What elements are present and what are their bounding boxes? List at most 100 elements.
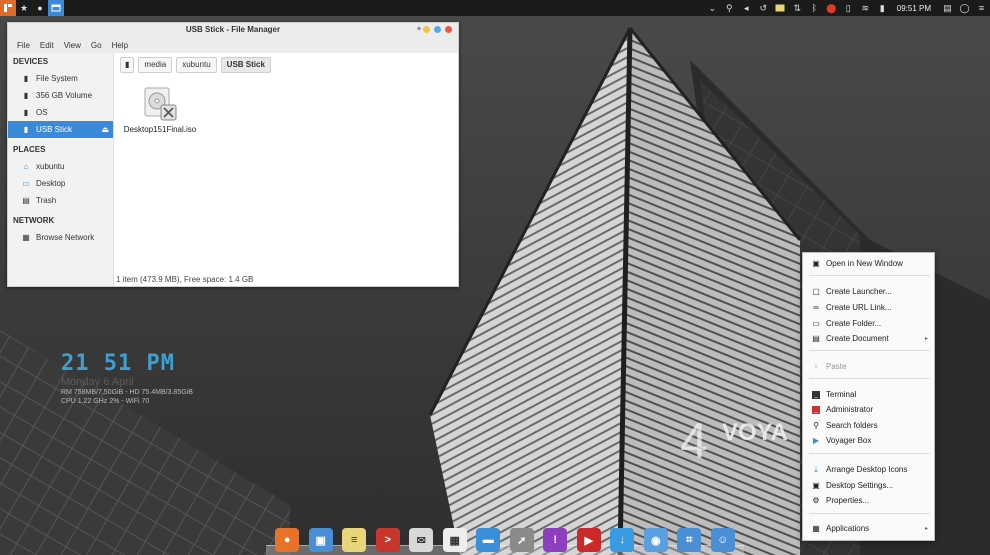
clipboard-icon[interactable]: ▯ xyxy=(840,0,857,16)
menu-file[interactable]: File xyxy=(12,41,35,50)
sidebar-item-usb-stick[interactable]: ▮ USB Stick ⏏ xyxy=(8,121,113,138)
dock-item[interactable]: ● xyxy=(271,525,305,555)
bluetooth-icon[interactable]: ᛒ xyxy=(806,0,823,16)
menu-view[interactable]: View xyxy=(59,41,86,50)
sidebar-item-label: OS xyxy=(36,108,48,117)
menu-item-label: Create Document xyxy=(826,334,889,343)
search-icon[interactable]: ⚲ xyxy=(721,0,738,16)
maximize-button[interactable] xyxy=(434,26,441,33)
dock-item[interactable]: ≡ xyxy=(338,525,372,555)
dock-item[interactable]: ▶ xyxy=(572,525,606,555)
sidebar-item-browse-network[interactable]: ▦ Browse Network xyxy=(8,229,113,246)
menu-create-launcher[interactable]: ▢ Create Launcher... xyxy=(803,285,934,299)
administrator-icon: _ xyxy=(812,406,820,414)
wifi-icon[interactable]: ≋ xyxy=(857,0,874,16)
path-toggle-button[interactable]: ▮ xyxy=(120,57,135,73)
battery-icon[interactable]: ▮ xyxy=(874,0,891,16)
sidebar-item-label: Trash xyxy=(36,196,57,205)
menu-properties[interactable]: ⚙ Properties... xyxy=(803,494,934,508)
pin-icon[interactable]: ✦ xyxy=(416,23,422,37)
eject-icon[interactable]: ⏏ xyxy=(101,121,109,138)
minimize-button[interactable] xyxy=(423,26,430,33)
menu-administrator[interactable]: _ Administrator xyxy=(803,403,934,417)
conky-date: Monday 6 April xyxy=(61,376,134,388)
menu-terminal[interactable]: _ Terminal xyxy=(803,388,934,402)
notes-icon[interactable] xyxy=(772,0,789,16)
volume-icon[interactable]: ◂ xyxy=(738,0,755,16)
wallpaper-voyager-word: VOYA xyxy=(722,419,788,446)
top-panel: ★ ● ⌄ ⚲ ◂ ↺ ⇅ ᛒ ⬤ ▯ ≋ ▮ 09:51 PM ▤ ◯ ≡ xyxy=(0,0,990,16)
breadcrumb-xubuntu[interactable]: xubuntu xyxy=(176,57,217,73)
breadcrumb-media[interactable]: media xyxy=(138,57,173,73)
menu-create-document[interactable]: ▤ Create Document ▸ xyxy=(803,332,934,346)
harddisk-icon: ▮ xyxy=(23,91,29,100)
window-titlebar[interactable]: USB Stick - File Manager ✦ xyxy=(8,23,458,37)
presentation-icon: > xyxy=(375,528,400,552)
location-pin-icon[interactable]: ⬤ xyxy=(823,0,840,16)
window-button-icon[interactable] xyxy=(48,0,64,16)
panel-left-group: ★ ● xyxy=(0,0,64,16)
menu-create-url-link[interactable]: ∞ Create URL Link... xyxy=(803,301,934,315)
menu-applications[interactable]: ▦ Applications ▸ xyxy=(803,522,934,536)
breadcrumb-usb-stick[interactable]: USB Stick xyxy=(220,57,271,73)
app-menu-icon[interactable] xyxy=(0,0,16,16)
sidebar-item-home[interactable]: ⌂ xubuntu xyxy=(8,158,113,175)
menu-go[interactable]: Go xyxy=(86,41,107,50)
sidebar-item-os[interactable]: ▮ OS xyxy=(8,104,113,121)
dot-indicator-icon[interactable]: ● xyxy=(32,0,48,16)
devices-heading: DEVICES xyxy=(13,57,49,66)
favorites-star-icon[interactable]: ★ xyxy=(16,0,32,16)
menu-search-folders[interactable]: ⚲ Search folders xyxy=(803,419,934,433)
history-icon[interactable]: ↺ xyxy=(755,0,772,16)
sidebar-item-trash[interactable]: ▤ Trash xyxy=(8,192,113,209)
sidebar-item-desktop[interactable]: ▭ Desktop xyxy=(8,175,113,192)
desktop-folder-icon: ▬ xyxy=(476,528,501,552)
dock-item[interactable]: ▦ xyxy=(438,525,472,555)
file-view[interactable]: ▮ media xubuntu USB Stick Desktop151Fina… xyxy=(114,53,458,286)
dock-item[interactable]: ↓ xyxy=(606,525,640,555)
contacts-icon: ▣ xyxy=(308,528,333,552)
menu-desktop-settings[interactable]: ▣ Desktop Settings... xyxy=(803,479,934,493)
sidebar-item-volume[interactable]: ▮ 356 GB Volume xyxy=(8,87,113,104)
menu-bar: File Edit View Go Help xyxy=(8,37,458,53)
menu-item-label: Create URL Link... xyxy=(826,303,892,312)
dock-item[interactable]: ◉ xyxy=(639,525,673,555)
menu-help[interactable]: Help xyxy=(107,41,133,50)
paste-icon: ▫ xyxy=(814,362,818,371)
dock-item[interactable]: ☺ xyxy=(706,525,740,555)
menu-edit[interactable]: Edit xyxy=(35,41,59,50)
file-item[interactable]: Desktop151Final.iso xyxy=(122,87,198,135)
dock-item[interactable]: > xyxy=(371,525,405,555)
menu-create-folder[interactable]: ▭ Create Folder... xyxy=(803,317,934,331)
status-bar: 1 item (473.9 MB), Free space: 1.4 GB xyxy=(116,275,254,284)
dock-item[interactable]: ▬ xyxy=(472,525,506,555)
menu-voyager-box[interactable]: ▶ Voyager Box xyxy=(803,434,934,448)
menu-open-new-window[interactable]: ▣ Open in New Window xyxy=(803,257,934,271)
path-bar: ▮ media xubuntu USB Stick xyxy=(120,57,271,73)
menu-arrange-desktop-icons[interactable]: ⇣ Arrange Desktop Icons xyxy=(803,463,934,477)
workspace-switcher-icon[interactable]: ▤ xyxy=(939,0,956,16)
mail-icon: ✉ xyxy=(409,528,434,552)
dock-item[interactable]: ! xyxy=(539,525,573,555)
terminal-icon: _ xyxy=(812,391,820,399)
arrange-icon: ⇣ xyxy=(812,465,820,474)
calculator-icon: ⌗ xyxy=(677,528,702,552)
close-button[interactable] xyxy=(445,26,452,33)
menu-item-label: Administrator xyxy=(826,405,874,414)
dock-item[interactable]: ➚ xyxy=(505,525,539,555)
network-transfer-icon[interactable]: ⇅ xyxy=(789,0,806,16)
chat-bubble-icon[interactable]: ◯ xyxy=(956,0,973,16)
dock-item[interactable]: ✉ xyxy=(405,525,439,555)
network-heading: NETWORK xyxy=(13,216,55,225)
sidebar-item-file-system[interactable]: ▮ File System xyxy=(8,70,113,87)
harddisk-icon: ▮ xyxy=(23,74,29,83)
dropdown-chevron-icon[interactable]: ⌄ xyxy=(704,0,721,16)
dock-item[interactable]: ⌗ xyxy=(673,525,707,555)
home-icon: ⌂ xyxy=(23,162,29,171)
panel-clock[interactable]: 09:51 PM xyxy=(891,0,939,16)
firefox-icon: ● xyxy=(275,528,300,552)
settings-menu-icon[interactable]: ≡ xyxy=(973,0,990,16)
dock-item[interactable]: ▣ xyxy=(304,525,338,555)
link-icon: ∞ xyxy=(813,303,819,312)
menu-item-label: Desktop Settings... xyxy=(826,481,894,490)
